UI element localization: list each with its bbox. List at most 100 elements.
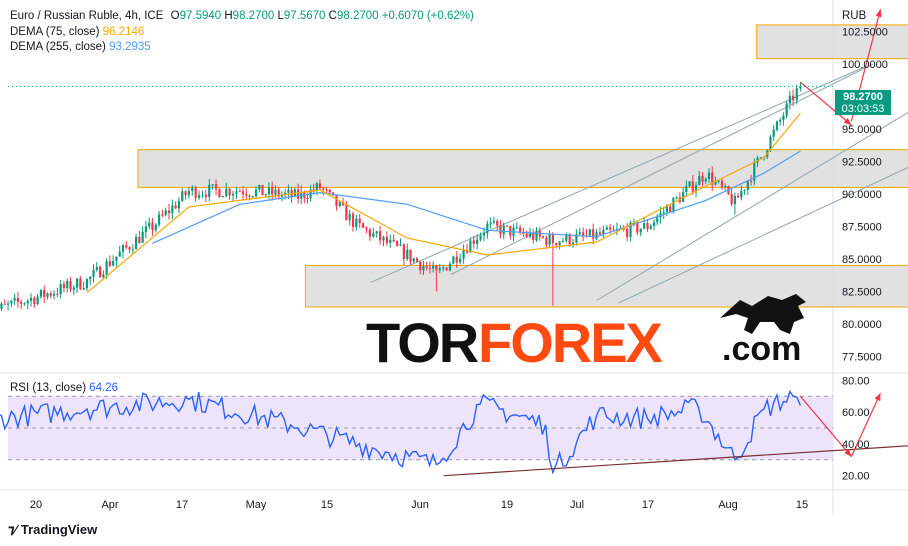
candle-body bbox=[717, 180, 720, 182]
candle-body bbox=[749, 180, 753, 182]
time-tick-label: Apr bbox=[101, 499, 118, 511]
candle-body bbox=[779, 119, 782, 122]
candle-body bbox=[561, 240, 565, 242]
candle-body bbox=[445, 267, 448, 271]
time-tick-label: 15 bbox=[796, 499, 808, 511]
tradingview-logo-icon: ⁊⁄ bbox=[8, 522, 17, 537]
price-tick-label: 80.0000 bbox=[842, 319, 882, 331]
candle-body bbox=[362, 223, 365, 228]
candle-body bbox=[0, 303, 3, 309]
candle-body bbox=[691, 181, 694, 192]
candle-body bbox=[355, 218, 358, 227]
time-tick-label: Aug bbox=[718, 499, 738, 511]
watermark-com: .com bbox=[722, 330, 801, 368]
candle-body bbox=[177, 200, 181, 209]
candle-body bbox=[121, 245, 125, 252]
candle-body bbox=[261, 185, 264, 196]
watermark-forex: FOREX bbox=[478, 311, 663, 374]
candle-body bbox=[365, 227, 368, 230]
tradingview-brand[interactable]: ⁊⁄ TradingView bbox=[8, 522, 97, 538]
candle-body bbox=[730, 194, 733, 205]
candle-body bbox=[379, 231, 382, 241]
price-tick-label: 87.5000 bbox=[842, 221, 882, 233]
candle-body bbox=[231, 193, 235, 196]
candle-body bbox=[296, 189, 300, 199]
tradingview-label: TradingView bbox=[20, 522, 98, 537]
candle-body bbox=[545, 237, 548, 245]
candle-body bbox=[235, 191, 238, 194]
candle-body bbox=[214, 184, 218, 190]
candle-body bbox=[13, 298, 16, 301]
candle-body bbox=[409, 249, 412, 262]
candle-body bbox=[685, 186, 688, 193]
candle-body bbox=[502, 225, 505, 235]
candle-body bbox=[743, 189, 746, 191]
candle-body bbox=[698, 176, 701, 186]
candle-body bbox=[395, 241, 399, 246]
candle-body bbox=[348, 213, 351, 221]
candle-body bbox=[328, 189, 331, 193]
candle-body bbox=[264, 194, 267, 196]
candle-body bbox=[535, 230, 538, 240]
candle-body bbox=[489, 222, 492, 224]
candle-body bbox=[72, 287, 75, 290]
candle-body bbox=[167, 210, 171, 214]
candle-body bbox=[23, 303, 26, 305]
candle-body bbox=[274, 189, 277, 195]
candle-body bbox=[399, 244, 402, 246]
candle-body bbox=[151, 222, 154, 231]
time-tick-label: Jul bbox=[570, 499, 584, 511]
candle-body bbox=[548, 234, 551, 245]
candle-body bbox=[551, 234, 554, 243]
candle-body bbox=[505, 225, 509, 227]
candle-body bbox=[541, 236, 545, 238]
candle-body bbox=[792, 95, 795, 101]
candle-body bbox=[532, 232, 535, 240]
candle-body bbox=[515, 227, 518, 229]
candle-body bbox=[125, 245, 128, 248]
candle-body bbox=[782, 115, 785, 120]
ohlc-open-key: O bbox=[170, 10, 180, 22]
candle-body bbox=[571, 242, 575, 245]
candle-body bbox=[56, 293, 59, 295]
time-tick-label: 17 bbox=[642, 499, 654, 511]
candle-body bbox=[43, 289, 46, 297]
candle-body bbox=[385, 236, 388, 244]
candle-body bbox=[358, 218, 361, 224]
candle-body bbox=[785, 103, 788, 116]
candle-body bbox=[211, 184, 214, 186]
last-price-value: 98.2700 bbox=[843, 91, 883, 103]
candle-body bbox=[201, 194, 204, 196]
candle-body bbox=[351, 213, 355, 227]
candle-body bbox=[372, 233, 375, 237]
price-tick-label: 90.0000 bbox=[842, 189, 882, 201]
candle-body bbox=[499, 225, 502, 235]
candle-body bbox=[82, 288, 85, 290]
candle-body bbox=[79, 278, 82, 290]
candle-body bbox=[204, 194, 207, 197]
candle-body bbox=[46, 293, 49, 297]
time-tick-label: 19 bbox=[501, 499, 513, 511]
dema75-legend: DEMA (75, close) 96.2146 bbox=[10, 26, 144, 38]
candle-body bbox=[248, 195, 251, 197]
time-tick-label: May bbox=[246, 499, 267, 511]
candle-body bbox=[389, 239, 392, 244]
time-tick-label: 17 bbox=[176, 499, 188, 511]
candle-body bbox=[496, 221, 499, 226]
candle-body bbox=[228, 188, 231, 196]
candle-body bbox=[69, 281, 72, 290]
candle-body bbox=[368, 229, 372, 237]
rsi-label: RSI (13, close) bbox=[10, 382, 87, 394]
price-tick-label: 82.5000 bbox=[842, 286, 882, 298]
candle-body bbox=[438, 268, 441, 271]
candle-body bbox=[16, 298, 20, 302]
candle-body bbox=[707, 172, 711, 179]
candle-body bbox=[102, 274, 105, 278]
candle-body bbox=[486, 223, 489, 234]
candle-body bbox=[788, 95, 791, 104]
candle-body bbox=[740, 190, 743, 198]
candle-body bbox=[148, 222, 151, 227]
candle-body bbox=[238, 191, 241, 193]
candle-body bbox=[128, 247, 131, 250]
candle-body bbox=[105, 261, 108, 275]
